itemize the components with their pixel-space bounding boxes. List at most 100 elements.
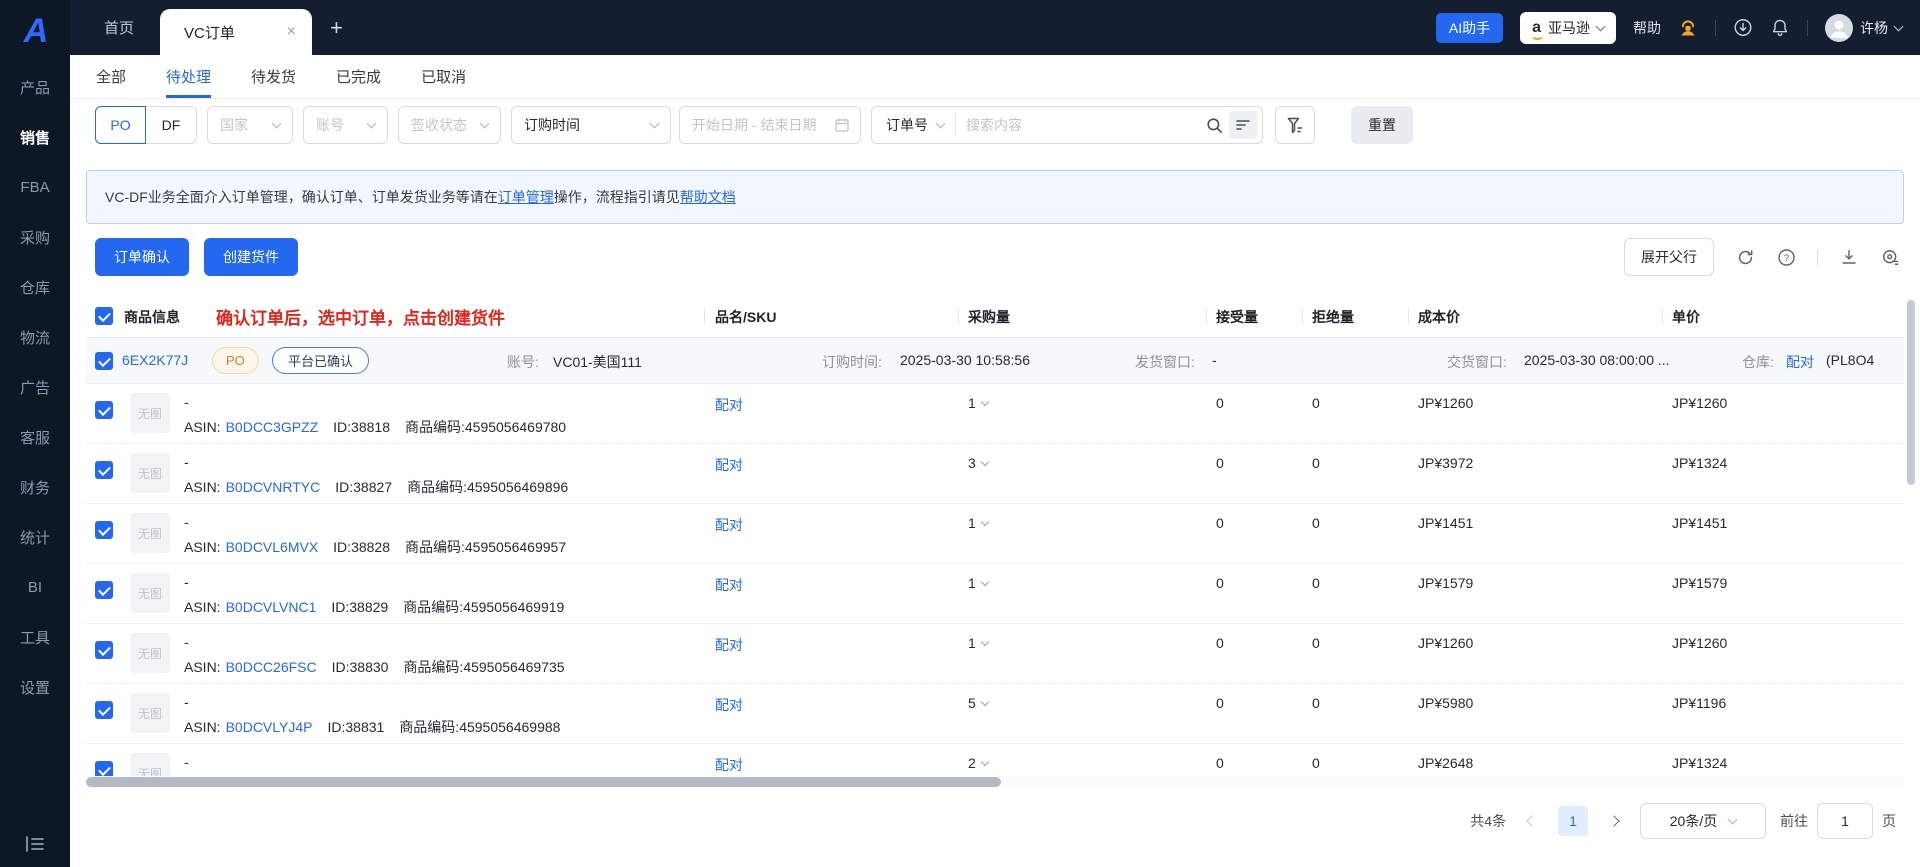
- close-icon[interactable]: ×: [287, 23, 296, 41]
- sidebar-item-ads[interactable]: 广告: [0, 362, 70, 412]
- product-row: 无图 - ASIN: B0DCVLVNC1 ID:38829 商品编码:4595056…: [86, 564, 1904, 624]
- question-circle-icon[interactable]: ?: [1776, 247, 1796, 267]
- warehouse-pair-link[interactable]: 配对: [1786, 352, 1814, 372]
- asin-link[interactable]: B0DCC3GPZZ: [226, 419, 319, 435]
- order-number-link[interactable]: 6EX2K77J: [122, 352, 188, 368]
- row-checkbox[interactable]: [95, 701, 113, 719]
- po-toggle[interactable]: PO: [95, 106, 146, 144]
- tab-all[interactable]: 全部: [96, 55, 126, 98]
- help-link[interactable]: 帮助: [1633, 18, 1661, 38]
- prev-page-button[interactable]: [1520, 809, 1544, 833]
- search-field-select[interactable]: 订单号: [872, 113, 956, 137]
- search-icon[interactable]: [1206, 117, 1223, 134]
- row-checkbox[interactable]: [95, 761, 113, 776]
- download-circle-icon[interactable]: [1733, 18, 1753, 38]
- pair-link[interactable]: 配对: [715, 455, 743, 475]
- sidebar-item-bi[interactable]: BI: [0, 562, 70, 612]
- pair-link[interactable]: 配对: [715, 755, 743, 775]
- refresh-icon[interactable]: [1735, 247, 1755, 267]
- asin-link[interactable]: B0DCVL6MVX: [226, 539, 319, 555]
- create-shipment-button[interactable]: 创建货件: [204, 238, 298, 276]
- tab-home[interactable]: 首页: [78, 0, 160, 55]
- export-icon[interactable]: [1839, 247, 1859, 267]
- sort-lines-icon[interactable]: [1229, 111, 1257, 139]
- sidebar-item-sales[interactable]: 销售: [0, 112, 70, 162]
- unit-price-cell: JP¥1451: [1672, 515, 1728, 531]
- df-toggle[interactable]: DF: [146, 106, 197, 144]
- asin-link[interactable]: B0DCVLVNC1: [226, 599, 317, 615]
- row-checkbox[interactable]: [95, 461, 113, 479]
- product-image-placeholder: 无图: [130, 633, 170, 673]
- pair-link[interactable]: 配对: [715, 575, 743, 595]
- pair-link[interactable]: 配对: [715, 635, 743, 655]
- user-menu[interactable]: 许杨: [1825, 13, 1904, 42]
- pair-link[interactable]: 配对: [715, 515, 743, 535]
- sidebar-item-fba[interactable]: FBA: [0, 162, 70, 212]
- help-doc-link[interactable]: 帮助文档: [680, 187, 736, 207]
- row-checkbox[interactable]: [95, 521, 113, 539]
- asin-link[interactable]: B0DCVNRTYC: [226, 479, 321, 495]
- sidebar-item-logistics[interactable]: 物流: [0, 312, 70, 362]
- app-logo[interactable]: A: [0, 0, 70, 62]
- time-type-select[interactable]: 订购时间: [511, 106, 671, 144]
- tab-to-ship[interactable]: 待发货: [251, 55, 296, 98]
- purchase-qty-cell[interactable]: 5: [968, 695, 990, 711]
- sidebar-item-settings[interactable]: 设置: [0, 662, 70, 712]
- pair-link[interactable]: 配对: [715, 695, 743, 715]
- asin-link[interactable]: B0DCC26FSC: [226, 659, 317, 675]
- goto-page-input[interactable]: [1817, 803, 1873, 839]
- pair-link[interactable]: 配对: [715, 395, 743, 415]
- ai-assistant-button[interactable]: AI助手: [1435, 12, 1504, 43]
- asin-link[interactable]: B0DCVLYJ4P: [226, 719, 313, 735]
- select-all-checkbox[interactable]: [95, 307, 113, 325]
- row-checkbox[interactable]: [95, 641, 113, 659]
- tab-cancelled[interactable]: 已取消: [421, 55, 466, 98]
- next-page-button[interactable]: [1602, 809, 1626, 833]
- search-input[interactable]: [956, 117, 1206, 133]
- date-range-picker[interactable]: 开始日期 - 结束日期: [679, 106, 861, 144]
- sidebar-item-product[interactable]: 产品: [0, 62, 70, 112]
- platform-selector[interactable]: a 亚马逊: [1520, 11, 1616, 44]
- vertical-scrollbar-thumb[interactable]: [1907, 300, 1915, 485]
- purchase-qty-cell[interactable]: 2: [968, 755, 990, 771]
- confirm-order-button[interactable]: 订单确认: [95, 238, 189, 276]
- unit-price-cell: JP¥1196: [1672, 695, 1727, 711]
- bell-icon[interactable]: [1770, 18, 1790, 38]
- row-checkbox[interactable]: [95, 581, 113, 599]
- tab-vc-orders[interactable]: VC订单 ×: [160, 9, 313, 55]
- group-checkbox[interactable]: [95, 352, 113, 370]
- sidebar-item-warehouse[interactable]: 仓库: [0, 262, 70, 312]
- warehouse-suffix: (PL8O4: [1826, 352, 1875, 368]
- sidebar-item-purchase[interactable]: 采购: [0, 212, 70, 262]
- purchase-qty-cell[interactable]: 1: [968, 515, 990, 531]
- current-page[interactable]: 1: [1558, 806, 1588, 836]
- sidebar-item-finance[interactable]: 财务: [0, 462, 70, 512]
- column-settings-icon[interactable]: [1880, 247, 1900, 267]
- purchase-qty-cell[interactable]: 1: [968, 395, 990, 411]
- topbar-right: AI助手 a 亚马逊 帮助 许杨: [1435, 0, 1920, 55]
- country-select[interactable]: 国家: [207, 106, 293, 144]
- tab-pending[interactable]: 待处理: [166, 55, 212, 98]
- expand-parent-button[interactable]: 展开父行: [1624, 238, 1714, 276]
- account-select[interactable]: 账号: [303, 106, 388, 144]
- reset-button[interactable]: 重置: [1351, 106, 1413, 144]
- sidebar-item-service[interactable]: 客服: [0, 412, 70, 462]
- tab-completed[interactable]: 已完成: [336, 55, 381, 98]
- row-checkbox[interactable]: [95, 401, 113, 419]
- filter-funnel-button[interactable]: [1275, 106, 1315, 144]
- table-body: 无图 - ASIN: B0DCC3GPZZ ID:38818 商品编码:4595056…: [86, 384, 1904, 776]
- purchase-qty-cell[interactable]: 1: [968, 575, 990, 591]
- product-meta: ASIN: B0DCC26FSC ID:38830 商品编码:459505646973…: [184, 659, 565, 675]
- content: PO DF 国家 账号 签收状态 订购时间 开始日期 - 结束日期 订单号 搜索…: [70, 99, 1920, 867]
- sidebar-item-stats[interactable]: 统计: [0, 512, 70, 562]
- purchase-qty-cell[interactable]: 1: [968, 635, 990, 651]
- horizontal-scrollbar-thumb[interactable]: [86, 777, 1001, 787]
- add-tab-button[interactable]: +: [312, 0, 361, 55]
- order-management-link[interactable]: 订单管理: [498, 187, 554, 207]
- sidebar-item-tools[interactable]: 工具: [0, 612, 70, 662]
- collapse-sidebar-button[interactable]: [0, 835, 70, 853]
- support-icon[interactable]: [1678, 18, 1698, 38]
- sign-status-select[interactable]: 签收状态: [398, 106, 501, 144]
- purchase-qty-cell[interactable]: 3: [968, 455, 990, 471]
- page-size-select[interactable]: 20条/页: [1640, 803, 1766, 839]
